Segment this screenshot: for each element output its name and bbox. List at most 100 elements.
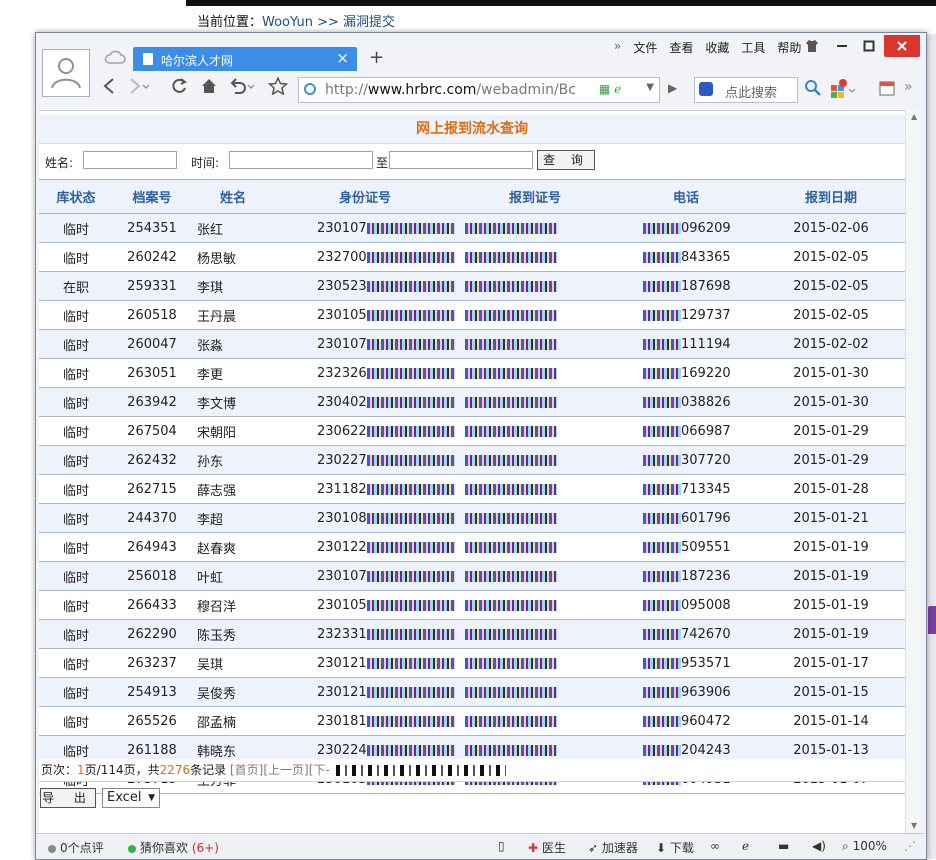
speaker-icon[interactable]: ◀) xyxy=(812,839,826,853)
maximize-button[interactable] xyxy=(857,35,881,57)
cell-report-no xyxy=(455,561,615,591)
table-row[interactable]: 临时 256018 叶虹 230107 187236 2015-01-19 xyxy=(39,561,905,591)
table-row[interactable]: 临时 262715 薛志强 231182 713345 2015-01-28 xyxy=(39,474,905,504)
pager-first-link[interactable]: [首页] xyxy=(230,763,263,777)
vertical-scrollbar[interactable]: ▲ ▼ xyxy=(905,110,924,832)
minimize-button[interactable] xyxy=(830,35,854,57)
breadcrumb-page-link[interactable]: 漏洞提交 xyxy=(343,15,395,30)
toolbar-more-icon[interactable]: » xyxy=(904,79,913,95)
new-tab-button[interactable]: + xyxy=(369,48,384,68)
menu-item-tools[interactable]: 工具 xyxy=(741,39,765,56)
refresh-icon[interactable] xyxy=(170,77,188,101)
home-icon[interactable] xyxy=(200,77,218,101)
pager-prev-link[interactable]: [上一页] xyxy=(263,763,308,777)
query-button[interactable]: 查 询 xyxy=(537,150,595,170)
guess-status[interactable]: 猜你喜欢 (6+) xyxy=(128,839,219,856)
table-row[interactable]: 临时 254351 张红 230107 096209 2015-02-06 xyxy=(39,213,905,243)
close-button[interactable] xyxy=(884,35,920,57)
forward-icon[interactable] xyxy=(128,77,150,101)
zoom-text: 100% xyxy=(852,839,887,853)
time-start-input[interactable] xyxy=(229,151,373,169)
avatar[interactable] xyxy=(42,49,90,97)
skin-icon[interactable] xyxy=(801,35,823,57)
calendar-icon[interactable] xyxy=(878,79,896,101)
menu-bar: » 文件 查看 收藏 工具 帮助 xyxy=(614,39,801,56)
table-row[interactable]: 临时 260518 王丹晨 230105 129737 2015-02-05 xyxy=(39,300,905,330)
scroll-up-icon[interactable]: ▲ xyxy=(911,112,917,121)
table-row[interactable]: 临时 264943 赵春爽 230122 509551 2015-01-19 xyxy=(39,532,905,562)
header-name[interactable]: 姓名 xyxy=(191,179,275,214)
breadcrumb-site-link[interactable]: WooYun xyxy=(262,15,313,30)
back-icon[interactable] xyxy=(102,77,116,101)
table-row[interactable]: 临时 262432 孙东 230227 307720 2015-01-29 xyxy=(39,445,905,475)
table-row[interactable]: 临时 263942 李文博 230402 038826 2015-01-30 xyxy=(39,387,905,417)
address-url[interactable]: http://www.hrbrc.com/webadmin/Bc xyxy=(325,82,593,98)
go-icon[interactable]: ▶ xyxy=(668,81,677,95)
table-row[interactable]: 临时 254913 吴俊秀 230121 963906 2015-01-15 xyxy=(39,677,905,707)
cell-name: 宋朝阳 xyxy=(191,416,275,446)
export-format-select[interactable]: Excel ▼ xyxy=(102,788,160,808)
download-status[interactable]: ⬇ 下载 xyxy=(656,839,694,856)
table-row[interactable]: 临时 244370 李超 230108 601796 2015-01-21 xyxy=(39,503,905,533)
header-report-no[interactable]: 报到证号 xyxy=(455,179,615,214)
comments-status[interactable]: 0个点评 xyxy=(48,839,104,856)
menu-more-icon[interactable]: » xyxy=(614,39,621,56)
tab-active[interactable]: 哈尔滨人才网 × xyxy=(133,47,357,71)
mobile-icon[interactable]: ▯ xyxy=(498,839,505,853)
cell-id-number: 230105 xyxy=(275,590,455,620)
table-row[interactable]: 临时 263237 吴琪 230121 953571 2015-01-17 xyxy=(39,648,905,678)
time-end-input[interactable] xyxy=(389,151,533,169)
tab-close-icon[interactable]: × xyxy=(336,49,349,67)
header-status[interactable]: 库状态 xyxy=(39,179,113,214)
ie-icon[interactable]: ℯ xyxy=(614,82,621,96)
header-id-number[interactable]: 身份证号 xyxy=(275,179,455,214)
masked-region xyxy=(366,338,455,350)
masked-region xyxy=(366,744,455,756)
menu-item-favorites[interactable]: 收藏 xyxy=(705,39,729,56)
cell-phone: 187698 xyxy=(615,271,757,301)
table-row[interactable]: 临时 263051 李更 232326 169220 2015-01-30 xyxy=(39,358,905,388)
doctor-status[interactable]: ✚ 医生 xyxy=(528,839,566,856)
export-button[interactable]: 导 出 xyxy=(40,788,96,808)
cell-report-no xyxy=(455,387,615,417)
pager-next-link[interactable]: [下- xyxy=(309,763,330,777)
cell-name: 孙东 xyxy=(191,445,275,475)
qr-icon[interactable]: ▦ ℯ xyxy=(599,82,621,96)
masked-region xyxy=(465,512,557,524)
accelerator-status[interactable]: ➶ 加速器 xyxy=(588,839,638,856)
menu-item-file[interactable]: 文件 xyxy=(633,39,657,56)
scroll-down-icon[interactable]: ▼ xyxy=(911,821,917,830)
table-row[interactable]: 临时 262290 陈玉秀 232331 742670 2015-01-19 xyxy=(39,619,905,649)
search-engine-icon[interactable]: 🐾 xyxy=(699,82,713,96)
resize-grip-icon[interactable]: ⋰ xyxy=(904,839,916,853)
address-dropdown-icon[interactable]: ▼ xyxy=(646,82,654,93)
table-row[interactable]: 在职 259331 李琪 230523 187698 2015-02-05 xyxy=(39,271,905,301)
ie-mode-icon[interactable]: ℯ xyxy=(742,839,749,853)
header-date[interactable]: 报到日期 xyxy=(757,179,905,214)
table-row[interactable]: 临时 260242 杨思敏 232700 843365 2015-02-05 xyxy=(39,242,905,272)
cell-status: 临时 xyxy=(39,648,113,678)
menu-item-view[interactable]: 查看 xyxy=(669,39,693,56)
zoom-status[interactable]: ⌕ 100% xyxy=(842,839,887,854)
cloud-icon[interactable] xyxy=(104,49,126,65)
table-row[interactable]: 临时 266433 穆召洋 230105 095008 2015-01-19 xyxy=(39,590,905,620)
id-prefix: 230622 xyxy=(317,423,367,439)
cell-report-no xyxy=(455,503,615,533)
address-bar[interactable]: http://www.hrbrc.com/webadmin/Bc ▦ ℯ ▼ xyxy=(298,77,660,103)
undo-icon[interactable] xyxy=(228,77,256,101)
apps-icon[interactable] xyxy=(830,79,858,103)
table-row[interactable]: 临时 260047 张淼 230107 111194 2015-02-02 xyxy=(39,329,905,359)
glasses-icon[interactable]: ∞ xyxy=(710,839,720,853)
background-side-tab[interactable] xyxy=(928,606,936,634)
name-input[interactable] xyxy=(83,151,177,169)
header-phone[interactable]: 电话 xyxy=(615,179,757,214)
id-prefix: 230107 xyxy=(317,220,367,236)
table-row[interactable]: 临时 265526 邵孟楠 230181 960472 2015-01-14 xyxy=(39,706,905,736)
screen-icon[interactable]: ▬ xyxy=(778,839,789,853)
table-row[interactable]: 临时 267504 宋朝阳 230622 066987 2015-01-29 xyxy=(39,416,905,446)
header-file-no[interactable]: 档案号 xyxy=(113,179,191,214)
menu-item-help[interactable]: 帮助 xyxy=(777,39,801,56)
search-input[interactable]: 🐾 点此搜索 xyxy=(694,77,798,103)
star-icon[interactable] xyxy=(267,76,289,101)
search-icon[interactable] xyxy=(804,79,822,101)
